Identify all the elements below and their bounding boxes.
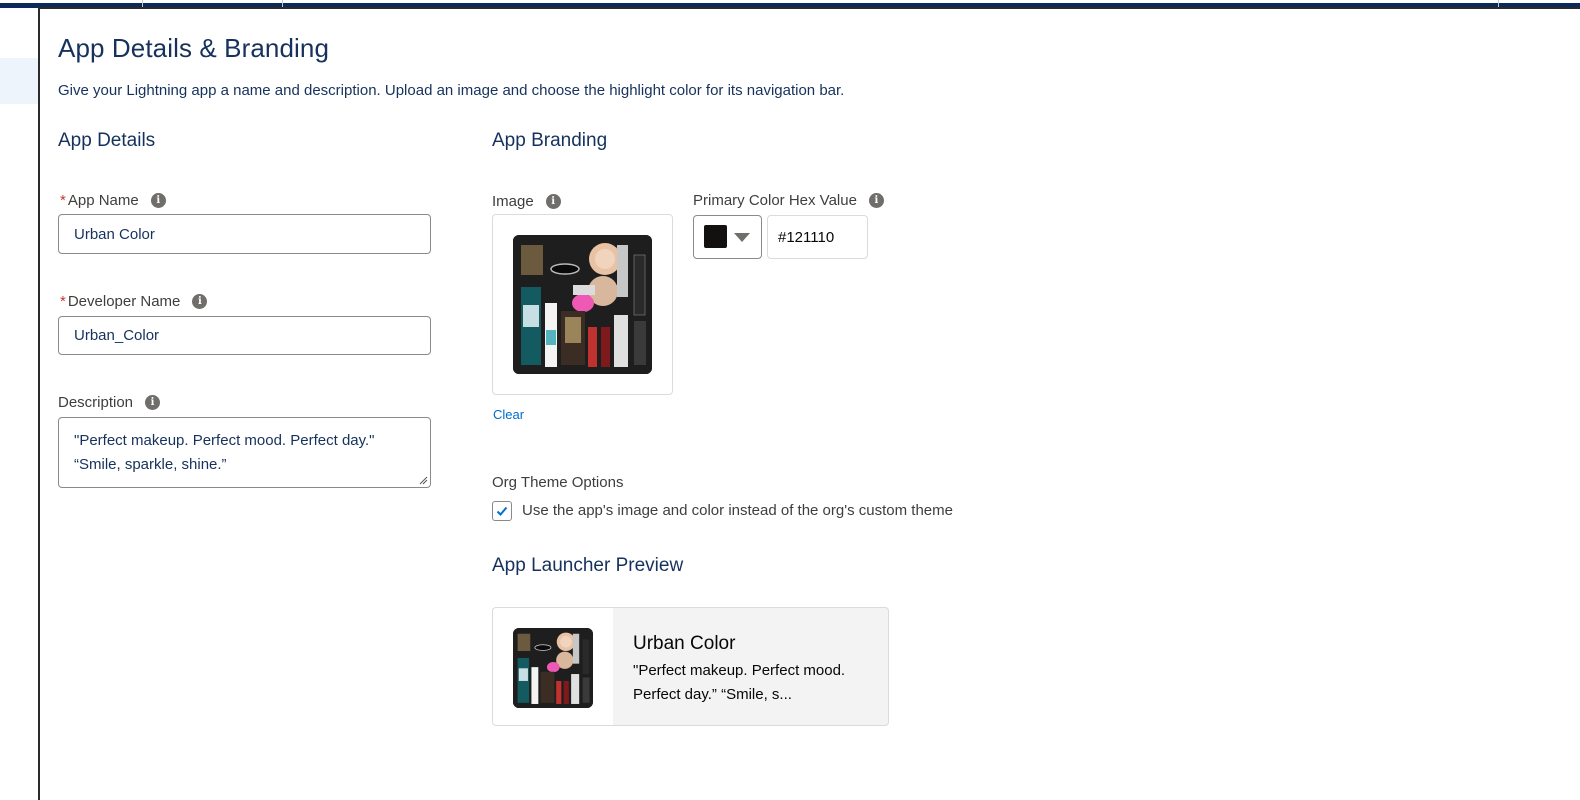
org-theme-label: Org Theme Options bbox=[492, 474, 623, 491]
page-title: App Details & Branding bbox=[58, 33, 330, 63]
info-icon[interactable]: i bbox=[192, 294, 208, 309]
info-icon[interactable]: i bbox=[150, 193, 166, 208]
preview-app-name: Urban Color bbox=[633, 633, 736, 654]
app-name-value: Urban Color bbox=[74, 225, 155, 243]
app-launcher-preview-heading: App Launcher Preview bbox=[492, 555, 684, 576]
hex-color-input[interactable]: #121110 bbox=[767, 215, 868, 259]
hex-color-value: #121110 bbox=[778, 228, 835, 246]
clear-image-link[interactable]: Clear bbox=[493, 407, 524, 422]
preview-app-description: "Perfect makeup. Perfect mood. Perfect d… bbox=[633, 659, 873, 707]
page-subtitle: Give your Lightning app a name and descr… bbox=[58, 82, 845, 99]
developer-name-label-text: Developer Name bbox=[67, 293, 181, 310]
preview-description-line-2: Perfect day.” “Smile, s... bbox=[633, 686, 792, 703]
info-icon[interactable]: i bbox=[145, 395, 161, 410]
checkmark-icon bbox=[496, 506, 508, 516]
info-icon[interactable]: i bbox=[868, 193, 884, 208]
description-line-1: "Perfect makeup. Perfect mood. Perfect d… bbox=[74, 432, 375, 449]
preview-description-line-1: "Perfect makeup. Perfect mood. bbox=[633, 662, 846, 679]
image-upload-box[interactable] bbox=[492, 214, 673, 395]
app-launcher-preview-card: Urban Color "Perfect makeup. Perfect moo… bbox=[492, 607, 889, 726]
image-label: Image i bbox=[492, 193, 561, 210]
app-name-label-text: App Name bbox=[67, 192, 139, 209]
makeup-photo-image bbox=[513, 235, 652, 374]
required-marker: * bbox=[60, 293, 66, 310]
app-name-label: * App Name i bbox=[60, 192, 166, 209]
required-marker: * bbox=[60, 192, 66, 209]
app-name-input[interactable]: Urban Color bbox=[58, 214, 431, 254]
org-theme-label-text: Org Theme Options bbox=[492, 474, 624, 491]
primary-color-label: Primary Color Hex Value i bbox=[693, 192, 884, 209]
color-swatch bbox=[704, 225, 727, 248]
developer-name-value: Urban_Color bbox=[74, 327, 160, 344]
preview-image-area bbox=[493, 608, 613, 725]
org-theme-checkbox-label[interactable]: Use the app's image and color instead of… bbox=[522, 502, 953, 519]
color-picker-button[interactable] bbox=[693, 215, 762, 259]
image-label-text: Image bbox=[492, 193, 534, 210]
app-branding-heading: App Branding bbox=[492, 130, 608, 151]
developer-name-input[interactable]: Urban_Color bbox=[58, 316, 431, 355]
app-details-heading: App Details bbox=[58, 130, 156, 151]
app-image-thumbnail bbox=[513, 235, 652, 374]
description-label-text: Description bbox=[58, 394, 134, 411]
developer-name-label: * Developer Name i bbox=[60, 293, 208, 310]
primary-color-label-text: Primary Color Hex Value bbox=[693, 192, 857, 209]
preview-app-thumbnail bbox=[513, 628, 593, 708]
makeup-photo-image bbox=[513, 628, 593, 708]
description-line-2: “Smile, sparkle, shine.” bbox=[74, 456, 227, 473]
background-nav-highlight bbox=[0, 58, 38, 104]
info-icon[interactable]: i bbox=[545, 194, 561, 209]
org-theme-checkbox[interactable] bbox=[492, 501, 512, 521]
resize-handle-icon[interactable] bbox=[419, 476, 428, 485]
description-textarea[interactable]: "Perfect makeup. Perfect mood. Perfect d… bbox=[58, 417, 431, 488]
chevron-down-icon bbox=[734, 233, 750, 242]
description-label: Description i bbox=[58, 394, 161, 411]
